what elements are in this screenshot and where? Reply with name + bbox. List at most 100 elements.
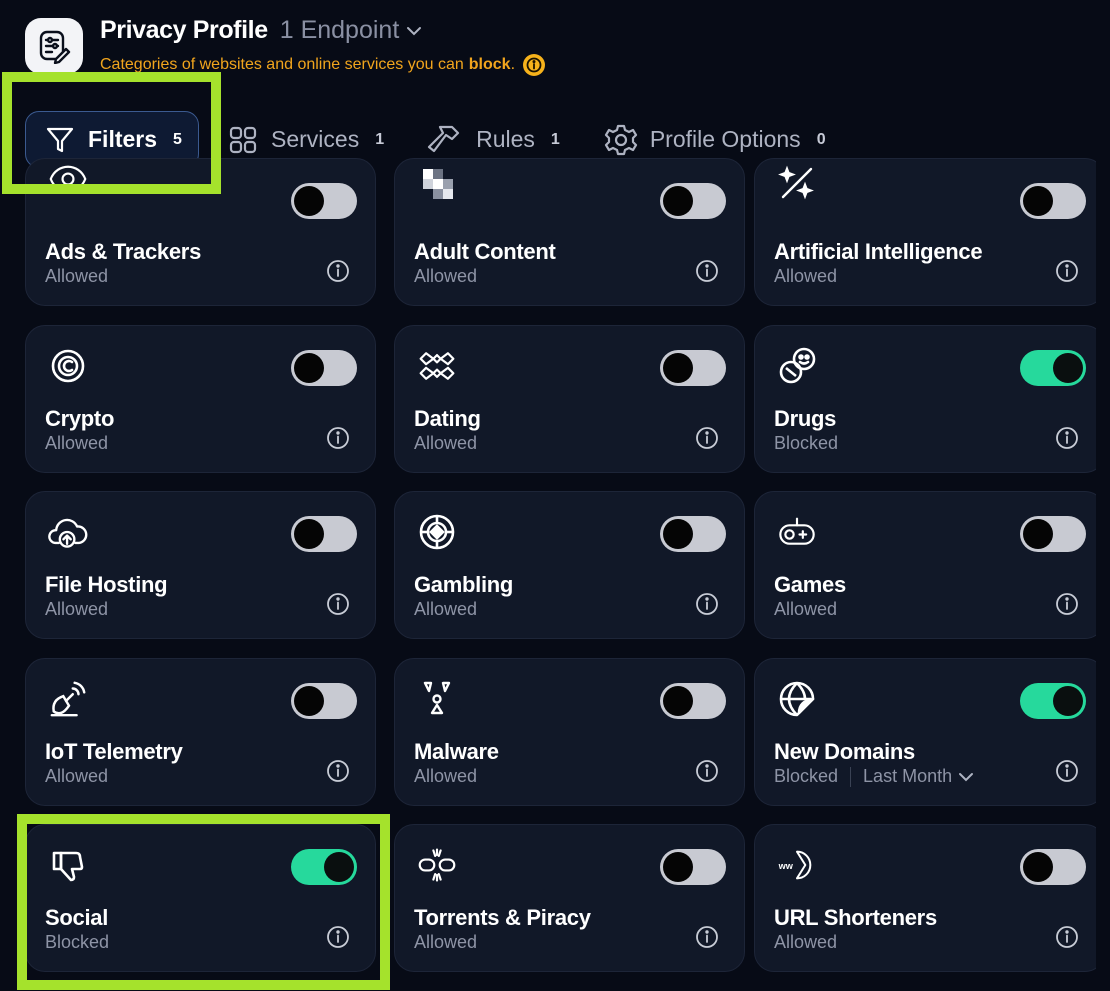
category-name: Crypto xyxy=(45,406,115,431)
filter-funnel-icon xyxy=(44,124,76,156)
category-card-artificial-intelligence: Artificial Intelligence Allowed xyxy=(754,158,1096,306)
category-card-adult-content: Adult Content Allowed xyxy=(394,158,745,306)
satellite-dish-icon xyxy=(48,679,88,719)
category-status: Allowed xyxy=(774,599,837,620)
category-status: Allowed xyxy=(414,266,477,287)
category-toggle[interactable] xyxy=(660,516,726,552)
info-icon[interactable] xyxy=(1055,592,1079,621)
tab-filters-count: 5 xyxy=(173,130,182,148)
category-name: New Domains xyxy=(774,739,915,764)
info-icon[interactable] xyxy=(1055,759,1079,788)
subtitle-suffix: . xyxy=(510,56,516,73)
status-divider xyxy=(850,766,852,787)
tab-rules-label: Rules xyxy=(476,126,535,152)
category-name: Malware xyxy=(414,739,499,764)
category-status: Allowed xyxy=(414,599,477,620)
category-toggle[interactable] xyxy=(660,183,726,219)
fish-kiss-icon xyxy=(417,346,457,386)
category-toggle[interactable] xyxy=(291,183,357,219)
eye-icon xyxy=(48,159,88,199)
category-name: Gambling xyxy=(414,572,514,597)
poker-chip-icon xyxy=(417,512,457,552)
page-subtitle: Categories of websites and online servic… xyxy=(100,54,546,76)
category-status-label: Blocked xyxy=(774,433,839,453)
category-name: Artificial Intelligence xyxy=(774,239,983,264)
category-status-label: Allowed xyxy=(45,433,109,453)
subtitle-emphasis: block xyxy=(468,56,511,73)
category-toggle[interactable] xyxy=(291,849,357,885)
info-icon[interactable] xyxy=(326,759,350,788)
category-status-label: Allowed xyxy=(414,433,478,453)
info-icon[interactable] xyxy=(695,759,719,788)
category-status: Allowed xyxy=(45,266,108,287)
info-icon[interactable] xyxy=(695,592,719,621)
category-status-label: Allowed xyxy=(414,932,478,952)
period-dropdown[interactable]: Last Month xyxy=(863,766,975,787)
category-status: Allowed xyxy=(774,932,837,953)
period-dropdown-label: Last Month xyxy=(863,766,953,786)
broken-link-icon xyxy=(417,845,457,885)
category-status: Blocked Last Month xyxy=(774,766,975,787)
info-icon[interactable] xyxy=(1055,259,1079,288)
category-status-label: Allowed xyxy=(414,766,478,786)
gear-icon xyxy=(604,123,638,157)
category-card-crypto: Crypto Allowed xyxy=(25,325,376,473)
info-icon[interactable] xyxy=(326,925,350,954)
category-name: Adult Content xyxy=(414,239,556,264)
category-name: Social xyxy=(45,905,109,930)
category-status-label: Allowed xyxy=(774,599,838,619)
tab-filters-label: Filters xyxy=(88,126,158,152)
info-icon[interactable] xyxy=(1055,925,1079,954)
info-icon[interactable] xyxy=(326,426,350,455)
category-toggle[interactable] xyxy=(1020,516,1086,552)
info-icon[interactable] xyxy=(1055,426,1079,455)
category-name: URL Shorteners xyxy=(774,905,937,930)
category-toggle[interactable] xyxy=(1020,683,1086,719)
category-status: Allowed xyxy=(774,266,837,287)
category-card-games: Games Allowed xyxy=(754,491,1096,639)
category-status-label: Blocked xyxy=(774,766,839,786)
privacy-profile-logo xyxy=(25,18,83,74)
tab-services-count: 1 xyxy=(375,130,385,148)
category-card-social: Social Blocked xyxy=(25,824,376,972)
category-name: IoT Telemetry xyxy=(45,739,183,764)
tab-profile-options-label: Profile Options xyxy=(649,126,801,152)
tab-services-label: Services xyxy=(271,126,360,152)
category-toggle[interactable] xyxy=(660,350,726,386)
category-card-drugs: Drugs Blocked xyxy=(754,325,1096,473)
category-status-label: Allowed xyxy=(414,266,478,286)
category-status-label: Allowed xyxy=(774,932,838,952)
category-card-malware: Malware Allowed xyxy=(394,658,745,806)
info-icon[interactable] xyxy=(695,925,719,954)
category-toggle[interactable] xyxy=(291,683,357,719)
grid-four-icon xyxy=(227,124,259,156)
info-icon[interactable] xyxy=(326,592,350,621)
category-toggle[interactable] xyxy=(1020,849,1086,885)
category-card-url-shorteners: ww URL Shorteners Allowed xyxy=(754,824,1096,972)
category-toggle[interactable] xyxy=(1020,183,1086,219)
category-status-label: Allowed xyxy=(45,599,109,619)
category-toggle[interactable] xyxy=(660,683,726,719)
www-pacman-icon: ww xyxy=(777,845,817,885)
category-status-label: Allowed xyxy=(414,599,478,619)
category-toggle[interactable] xyxy=(1020,350,1086,386)
category-name: Ads & Trackers xyxy=(45,239,201,264)
category-status: Allowed xyxy=(45,599,108,620)
category-toggle[interactable] xyxy=(291,350,357,386)
info-icon[interactable] xyxy=(695,426,719,455)
category-toggle[interactable] xyxy=(660,849,726,885)
category-card-torrents-piracy: Torrents & Piracy Allowed xyxy=(394,824,745,972)
category-toggle[interactable] xyxy=(291,516,357,552)
info-icon[interactable] xyxy=(326,259,350,288)
warning-info-icon[interactable] xyxy=(523,54,546,76)
category-card-iot-telemetry: IoT Telemetry Allowed xyxy=(25,658,376,806)
endpoint-selector[interactable]: 1 Endpoint xyxy=(280,16,424,45)
category-status: Blocked xyxy=(774,433,838,454)
category-status-label: Allowed xyxy=(774,266,838,286)
category-status-label: Allowed xyxy=(45,266,109,286)
info-icon[interactable] xyxy=(695,259,719,288)
category-status: Allowed xyxy=(414,932,477,953)
chevron-down-icon xyxy=(959,772,974,781)
cloud-upload-icon xyxy=(48,512,88,552)
radiation-icon xyxy=(417,679,457,719)
